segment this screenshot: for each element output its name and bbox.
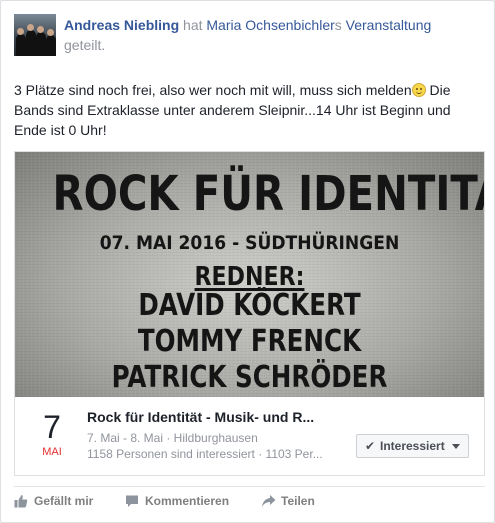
event-cover-image[interactable]: ROCK FÜR IDENTITÄT 07. MAI 2016 - SÜDTHÜ… [15,152,484,397]
comment-label: Kommentieren [145,494,230,508]
event-interest-stats: 1158 Personen sind interessiert · 1103 P… [87,447,323,461]
feed-post-card: Andreas Niebling hat Maria Ochsenbichler… [0,0,495,523]
share-arrow-icon [262,495,276,507]
event-attachment[interactable]: ROCK FÜR IDENTITÄT 07. MAI 2016 - SÜDTHÜ… [14,151,485,476]
author-avatar[interactable] [14,14,56,56]
owner-suffix: s [334,17,346,33]
thumbs-up-icon [14,495,28,508]
banner-speaker: TOMMY FRENCK [137,324,362,359]
check-icon: ✔ [365,439,376,453]
event-month: MAI [42,446,62,458]
interested-label: Interessiert [380,439,445,453]
banner-speaker: PATRICK SCHRÖDER [111,360,388,395]
actions-divider [14,486,485,487]
event-owner-link[interactable]: Maria Ochsenbichler [206,17,334,33]
banner-speaker: DAVID KÖCKERT [138,288,361,323]
event-day: 7 [43,409,61,445]
comment-icon [126,495,138,507]
post-message: 3 Plätze sind noch frei, also wer noch m… [14,80,484,140]
like-label: Gefällt mir [34,494,94,508]
smiley-emoji-icon [411,83,426,97]
banner-title: ROCK FÜR IDENTITÄT [52,166,484,222]
author-name-link[interactable]: Andreas Niebling [64,17,179,33]
banner-date-place: 07. MAI 2016 - SÜDTHÜRINGEN [99,232,400,254]
message-text-1: 3 Plätze sind noch frei, also wer noch m… [14,82,412,98]
event-title-link[interactable]: Rock für Identität - Musik- und R... [87,409,347,425]
share-label: Teilen [281,494,315,508]
event-dates-place: 7. Mai - 8. Mai · Hildburghausen [87,431,258,445]
post-header-text: Andreas Niebling hat Maria Ochsenbichler… [64,15,484,55]
event-date-box: 7 MAI [30,410,74,459]
shared-verb: hat [179,17,207,33]
event-link[interactable]: Veranstaltung [346,17,432,33]
interested-button[interactable]: ✔ Interessiert [356,434,469,458]
chevron-down-icon [452,444,460,449]
event-info: 7 MAI Rock für Identität - Musik- und R.… [15,397,484,475]
shared-tail: geteilt. [64,37,106,53]
